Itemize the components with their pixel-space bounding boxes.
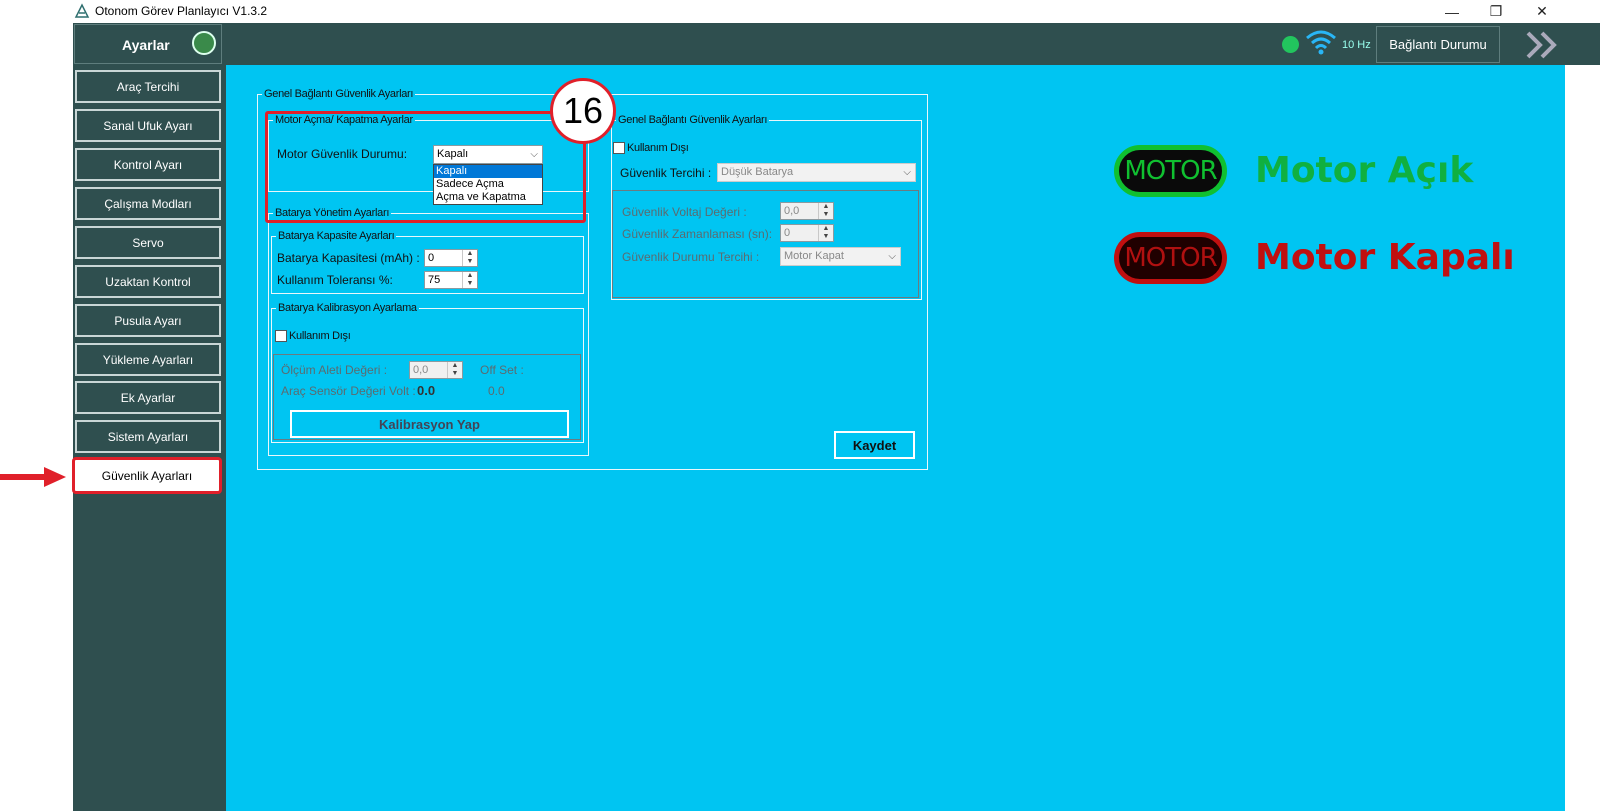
connection-status-button[interactable]: Bağlantı Durumu bbox=[1376, 26, 1500, 63]
sidebar-item-uzaktan-kontrol[interactable]: Uzaktan Kontrol bbox=[75, 265, 221, 298]
sidebar-item-arac-tercihi[interactable]: Araç Tercihi bbox=[75, 70, 221, 103]
voltage-value: 0,0 bbox=[784, 205, 799, 217]
save-button[interactable]: Kaydet bbox=[834, 431, 915, 459]
security-pref-select[interactable]: Düşük Batarya ⌵ bbox=[717, 163, 916, 182]
sidebar-logo-icon bbox=[192, 31, 216, 55]
offset-label: Off Set : bbox=[480, 363, 524, 377]
chevron-down-icon: ⌵ bbox=[903, 164, 911, 181]
tolerance-value: 75 bbox=[428, 274, 440, 286]
sidebar-item-calisma-modlari[interactable]: Çalışma Modları bbox=[75, 187, 221, 220]
sidebar-item-guvenlik[interactable]: Güvenlik Ayarları bbox=[72, 457, 222, 494]
motor-on-badge: MOTOR bbox=[1114, 145, 1227, 197]
sidebar-title: Ayarlar bbox=[122, 37, 170, 53]
update-rate: 10 Hz bbox=[1342, 39, 1371, 51]
sidebar-item-pusula[interactable]: Pusula Ayarı bbox=[75, 304, 221, 337]
capacity-group-title: Batarya Kapasite Ayarları bbox=[276, 230, 396, 242]
motor-off-text: Motor Kapalı bbox=[1255, 237, 1515, 278]
security-pref-label: Güvenlik Tercihi : bbox=[620, 166, 711, 180]
capacity-value: 0 bbox=[428, 252, 434, 264]
connection-status-indicator bbox=[1282, 36, 1299, 53]
meter-value: 0,0 bbox=[413, 364, 428, 376]
security-pref-value: Düşük Batarya bbox=[721, 166, 793, 178]
sidebar-item-sanal-ufuk[interactable]: Sanal Ufuk Ayarı bbox=[75, 109, 221, 142]
calibration-group-title: Batarya Kalibrasyon Ayarlama bbox=[276, 302, 419, 314]
pointer-arrow-icon bbox=[0, 467, 66, 487]
restore-button[interactable]: ❐ bbox=[1474, 0, 1518, 23]
spinner-arrows-icon[interactable]: ▲▼ bbox=[447, 362, 462, 378]
sidebar-item-sistem[interactable]: Sistem Ayarları bbox=[75, 420, 221, 453]
meter-label: Ölçüm Aleti Değeri : bbox=[281, 363, 387, 377]
highlight-box bbox=[265, 111, 586, 223]
tolerance-label: Kullanım Toleransı %: bbox=[277, 273, 393, 287]
spinner-arrows-icon[interactable]: ▲▼ bbox=[462, 250, 477, 266]
voltage-label: Güvenlik Voltaj Değeri : bbox=[622, 205, 747, 219]
double-chevron-right-icon[interactable] bbox=[1525, 31, 1561, 59]
link-disabled-checkbox[interactable] bbox=[613, 142, 625, 154]
capacity-label: Batarya Kapasitesi (mAh) : bbox=[277, 251, 420, 265]
chevron-down-icon: ⌵ bbox=[888, 248, 896, 265]
callout-number: 16 bbox=[550, 78, 616, 144]
spinner-arrows-icon[interactable]: ▲▼ bbox=[818, 225, 833, 241]
calibrate-button[interactable]: Kalibrasyon Yap bbox=[290, 410, 569, 438]
tolerance-input[interactable]: 75 ▲▼ bbox=[424, 271, 478, 289]
sidebar-item-kontrol[interactable]: Kontrol Ayarı bbox=[75, 148, 221, 181]
close-button[interactable]: ✕ bbox=[1520, 0, 1564, 23]
sidebar-item-servo[interactable]: Servo bbox=[75, 226, 221, 259]
spinner-arrows-icon[interactable]: ▲▼ bbox=[818, 203, 833, 219]
state-value: Motor Kapat bbox=[784, 250, 844, 262]
sidebar-item-yukleme[interactable]: Yükleme Ayarları bbox=[75, 343, 221, 376]
meter-input[interactable]: 0,0 ▲▼ bbox=[409, 361, 463, 379]
motor-on-text: Motor Açık bbox=[1255, 150, 1473, 191]
sidebar-item-ek-ayarlar[interactable]: Ek Ayarlar bbox=[75, 381, 221, 414]
motor-off-badge: MOTOR bbox=[1114, 232, 1227, 284]
calibration-disabled-label: Kullanım Dışı bbox=[289, 330, 351, 342]
sensor-value: 0.0 bbox=[417, 383, 435, 398]
window-title: Otonom Görev Planlayıcı V1.3.2 bbox=[95, 4, 267, 18]
calibration-disabled-checkbox[interactable] bbox=[275, 330, 287, 342]
offset-value: 0.0 bbox=[488, 384, 505, 398]
link-group-title: Genel Bağlantı Güvenlik Ayarları bbox=[616, 114, 769, 126]
state-select[interactable]: Motor Kapat ⌵ bbox=[780, 247, 901, 266]
state-label: Güvenlik Durumu Tercihi : bbox=[622, 250, 759, 264]
spinner-arrows-icon[interactable]: ▲▼ bbox=[462, 272, 477, 288]
link-disabled-label: Kullanım Dışı bbox=[627, 142, 689, 154]
minimize-button[interactable]: — bbox=[1430, 0, 1474, 23]
wifi-icon bbox=[1305, 29, 1337, 55]
app-logo-icon bbox=[74, 3, 90, 19]
timing-input[interactable]: 0 ▲▼ bbox=[780, 224, 834, 242]
sensor-label: Araç Sensör Değeri Volt : bbox=[281, 384, 416, 398]
timing-value: 0 bbox=[784, 227, 790, 239]
outer-group-title: Genel Bağlantı Güvenlik Ayarları bbox=[262, 88, 415, 100]
timing-label: Güvenlik Zamanlaması (sn): bbox=[622, 227, 772, 241]
voltage-input[interactable]: 0,0 ▲▼ bbox=[780, 202, 834, 220]
capacity-input[interactable]: 0 ▲▼ bbox=[424, 249, 478, 267]
